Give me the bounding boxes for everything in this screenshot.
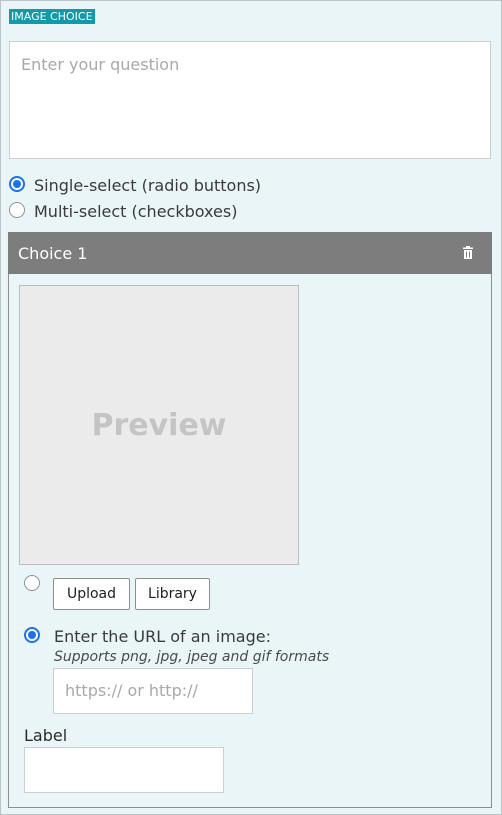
single-select-label[interactable]: Single-select (radio buttons) bbox=[34, 176, 261, 195]
upload-source-radio[interactable] bbox=[24, 575, 40, 591]
url-source-radio[interactable] bbox=[24, 627, 40, 643]
library-button[interactable]: Library bbox=[135, 578, 210, 610]
single-select-radio[interactable] bbox=[9, 176, 25, 192]
preview-text: Preview bbox=[91, 407, 227, 443]
choice-title: Choice 1 bbox=[18, 244, 88, 263]
question-input[interactable]: Enter your question bbox=[9, 41, 491, 159]
choice-label-input[interactable] bbox=[24, 747, 224, 793]
choice-header: Choice 1 bbox=[8, 232, 492, 274]
trash-icon[interactable] bbox=[461, 246, 475, 260]
question-placeholder: Enter your question bbox=[21, 55, 180, 74]
upload-button[interactable]: Upload bbox=[53, 578, 130, 610]
multi-select-label[interactable]: Multi-select (checkboxes) bbox=[34, 202, 237, 221]
image-preview: Preview bbox=[19, 285, 299, 565]
question-type-badge: IMAGE CHOICE bbox=[9, 9, 95, 24]
url-option-label[interactable]: Enter the URL of an image: bbox=[54, 627, 271, 646]
label-heading: Label bbox=[24, 726, 68, 745]
multi-select-radio[interactable] bbox=[9, 202, 25, 218]
url-placeholder: https:// or http:// bbox=[65, 681, 198, 700]
url-format-hint: Supports png, jpg, jpeg and gif formats bbox=[54, 649, 330, 665]
image-url-input[interactable]: https:// or http:// bbox=[53, 668, 253, 714]
